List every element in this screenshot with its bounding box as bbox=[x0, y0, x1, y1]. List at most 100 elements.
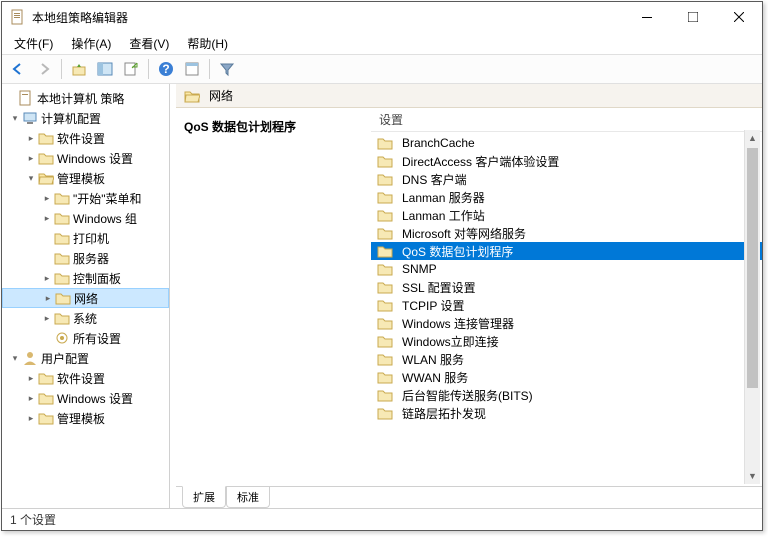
list-item[interactable]: SSL 配置设置 bbox=[371, 278, 762, 296]
vertical-scrollbar[interactable]: ▲ ▼ bbox=[744, 130, 760, 484]
toolbar-separator bbox=[61, 59, 62, 79]
scroll-thumb[interactable] bbox=[747, 148, 758, 388]
list-item-label: Lanman 服务器 bbox=[402, 189, 485, 206]
expand-icon[interactable]: ▸ bbox=[24, 133, 38, 144]
menu-help[interactable]: 帮助(H) bbox=[179, 33, 236, 54]
settings-list[interactable]: BranchCacheDirectAccess 客户端体验设置DNS 客户端La… bbox=[371, 132, 762, 424]
expand-icon[interactable]: ▸ bbox=[24, 373, 38, 384]
tree-item[interactable]: 打印机 bbox=[2, 228, 169, 248]
tree-admin-templates[interactable]: ▾管理模板 bbox=[2, 168, 169, 188]
tree-label: 软件设置 bbox=[57, 370, 105, 387]
tree-user-config[interactable]: ▾ 用户配置 bbox=[2, 348, 169, 368]
tree-item[interactable]: ▸控制面板 bbox=[2, 268, 169, 288]
folder-icon bbox=[38, 370, 54, 386]
expand-icon[interactable]: ▸ bbox=[40, 213, 54, 224]
list-item[interactable]: WWAN 服务 bbox=[371, 368, 762, 386]
list-item[interactable]: Lanman 服务器 bbox=[371, 188, 762, 206]
list-item[interactable]: DNS 客户端 bbox=[371, 170, 762, 188]
list-item-label: BranchCache bbox=[402, 136, 475, 150]
settings-icon bbox=[54, 330, 70, 346]
close-button[interactable] bbox=[716, 2, 762, 32]
list-item[interactable]: WLAN 服务 bbox=[371, 350, 762, 368]
forward-button[interactable] bbox=[32, 57, 56, 81]
list-item[interactable]: 后台智能传送服务(BITS) bbox=[371, 386, 762, 404]
list-item[interactable]: BranchCache bbox=[371, 134, 762, 152]
tree-item[interactable]: ▸系统 bbox=[2, 308, 169, 328]
folder-icon bbox=[377, 351, 393, 367]
list-item[interactable]: TCPIP 设置 bbox=[371, 296, 762, 314]
tree-network[interactable]: ▸网络 bbox=[2, 288, 169, 308]
expand-icon[interactable]: ▸ bbox=[40, 273, 54, 284]
list-item[interactable]: 链路层拓扑发现 bbox=[371, 404, 762, 422]
tree-item[interactable]: ▸ Windows 组 bbox=[2, 208, 169, 228]
scroll-up-button[interactable]: ▲ bbox=[745, 130, 760, 146]
tree-label: 本地计算机 策略 bbox=[37, 90, 124, 107]
up-button[interactable] bbox=[67, 57, 91, 81]
menu-action[interactable]: 操作(A) bbox=[63, 33, 119, 54]
list-item[interactable]: Lanman 工作站 bbox=[371, 206, 762, 224]
toolbar-separator bbox=[209, 59, 210, 79]
expand-icon[interactable]: ▸ bbox=[24, 153, 38, 164]
column-header-setting[interactable]: 设置 bbox=[371, 108, 762, 132]
show-tree-button[interactable] bbox=[93, 57, 117, 81]
tree-item[interactable]: ▸ 软件设置 bbox=[2, 368, 169, 388]
expand-icon[interactable]: ▸ bbox=[24, 413, 38, 424]
collapse-icon[interactable]: ▾ bbox=[8, 353, 22, 364]
folder-icon bbox=[377, 405, 393, 421]
svg-text:?: ? bbox=[162, 62, 169, 76]
list-item[interactable]: DirectAccess 客户端体验设置 bbox=[371, 152, 762, 170]
list-item[interactable]: SNMP bbox=[371, 260, 762, 278]
minimize-button[interactable] bbox=[624, 2, 670, 32]
tree-computer-config[interactable]: ▾ 计算机配置 bbox=[2, 108, 169, 128]
folder-icon bbox=[38, 410, 54, 426]
folder-icon bbox=[377, 135, 393, 151]
maximize-button[interactable] bbox=[670, 2, 716, 32]
back-button[interactable] bbox=[6, 57, 30, 81]
tab-extended[interactable]: 扩展 bbox=[182, 486, 226, 508]
detail-info: QoS 数据包计划程序 bbox=[176, 108, 371, 486]
properties-button[interactable] bbox=[180, 57, 204, 81]
tree-label: "开始"菜单和 bbox=[73, 190, 142, 207]
expand-icon[interactable]: ▸ bbox=[41, 293, 55, 304]
collapse-icon[interactable]: ▾ bbox=[8, 113, 22, 124]
filter-button[interactable] bbox=[215, 57, 239, 81]
tree-label: 服务器 bbox=[73, 250, 109, 267]
list-item[interactable]: QoS 数据包计划程序 bbox=[371, 242, 762, 260]
list-item[interactable]: Windows 连接管理器 bbox=[371, 314, 762, 332]
tree-item[interactable]: ▸ "开始"菜单和 bbox=[2, 188, 169, 208]
tree-item[interactable]: 服务器 bbox=[2, 248, 169, 268]
folder-open-icon bbox=[184, 88, 200, 104]
folder-icon bbox=[54, 250, 70, 266]
folder-icon bbox=[377, 225, 393, 241]
tree-root[interactable]: 本地计算机 策略 bbox=[2, 88, 169, 108]
tree-item[interactable]: ▸Windows 设置 bbox=[2, 148, 169, 168]
folder-icon bbox=[377, 189, 393, 205]
folder-icon bbox=[377, 261, 393, 277]
expand-icon[interactable]: ▸ bbox=[40, 193, 54, 204]
menu-file[interactable]: 文件(F) bbox=[6, 33, 61, 54]
expand-icon[interactable]: ▸ bbox=[24, 393, 38, 404]
list-item[interactable]: Windows立即连接 bbox=[371, 332, 762, 350]
list-item-label: DNS 客户端 bbox=[402, 171, 467, 188]
tree-item[interactable]: ▸Windows 设置 bbox=[2, 388, 169, 408]
menu-view[interactable]: 查看(V) bbox=[121, 33, 177, 54]
list-item-label: Windows立即连接 bbox=[402, 333, 499, 350]
folder-icon bbox=[377, 243, 393, 259]
folder-icon bbox=[377, 315, 393, 331]
tree-label: 用户配置 bbox=[41, 350, 89, 367]
export-button[interactable] bbox=[119, 57, 143, 81]
list-item[interactable]: Microsoft 对等网络服务 bbox=[371, 224, 762, 242]
tree-item[interactable]: ▸软件设置 bbox=[2, 128, 169, 148]
scroll-down-button[interactable]: ▼ bbox=[745, 468, 760, 484]
help-button[interactable]: ? bbox=[154, 57, 178, 81]
tree-pane[interactable]: 本地计算机 策略 ▾计算机配置 ▸软件设置 ▸Windows 设置 ▾管理模板 … bbox=[2, 84, 170, 508]
detail-pane: 网络 QoS 数据包计划程序 设置 BranchCacheDirectAcces… bbox=[176, 84, 762, 508]
tree-label: 计算机配置 bbox=[41, 110, 101, 127]
tree-item[interactable]: ▸管理模板 bbox=[2, 408, 169, 428]
tab-standard[interactable]: 标准 bbox=[226, 487, 270, 508]
tree-item[interactable]: 所有设置 bbox=[2, 328, 169, 348]
collapse-icon[interactable]: ▾ bbox=[24, 173, 38, 184]
list-item-label: 链路层拓扑发现 bbox=[402, 405, 486, 422]
tree-label: Windows 组 bbox=[73, 210, 137, 227]
expand-icon[interactable]: ▸ bbox=[40, 313, 54, 324]
